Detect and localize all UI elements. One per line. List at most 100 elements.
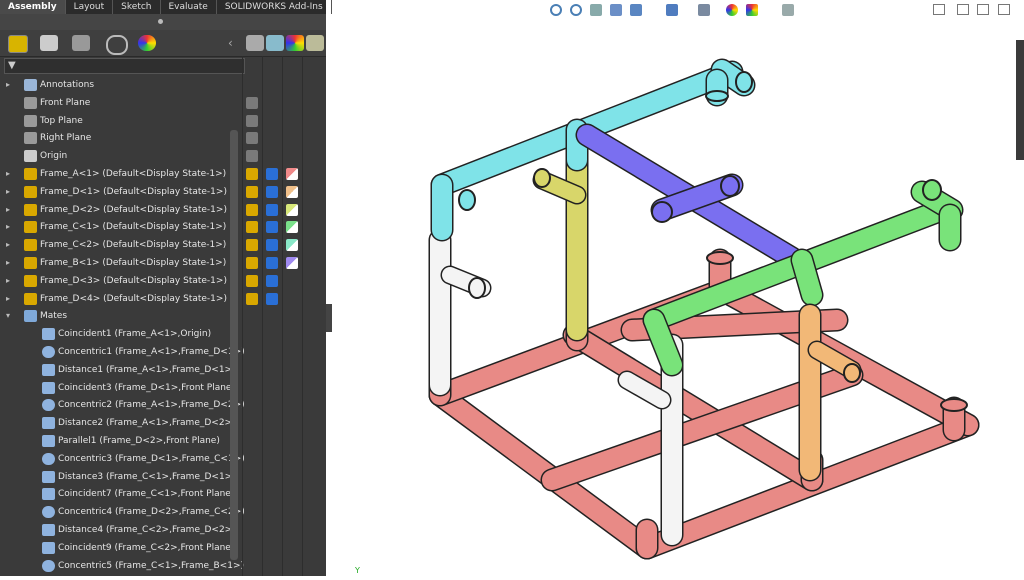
cyan-socket[interactable] (735, 71, 753, 93)
part-visibility-icon[interactable] (246, 292, 258, 305)
tree-item[interactable]: ▸ Frame_D<4> (Default<Display State-1>) (0, 290, 240, 308)
expand-arrow-icon[interactable]: ▸ (6, 183, 14, 201)
part-visibility-icon[interactable] (246, 203, 258, 216)
color-swatch-icon[interactable] (286, 203, 298, 216)
appearance-swatch-icon[interactable] (266, 292, 278, 305)
expand-arrow-icon[interactable]: ▸ (6, 236, 14, 254)
appearance-swatch-icon[interactable] (266, 221, 278, 234)
filter-field[interactable]: ▼ (4, 58, 245, 74)
plane-visibility-icon[interactable] (246, 114, 258, 127)
section-view-icon[interactable] (610, 4, 622, 16)
expand-arrow-icon[interactable]: ▾ (6, 307, 14, 325)
appearance-swatch-icon[interactable] (266, 274, 278, 287)
tree-item[interactable]: Concentric5 (Frame_C<1>,Frame_B<1>) (0, 557, 244, 575)
dimxpert-manager-tab-icon[interactable] (106, 35, 128, 55)
tree-item[interactable]: ▸ Frame_C<2> (Default<Display State-1>) (0, 236, 240, 254)
blue-socket[interactable] (651, 201, 673, 223)
display-style-icon[interactable] (698, 4, 710, 16)
tree-item[interactable]: Coincident1 (Frame_A<1>,Origin) (0, 325, 240, 343)
tree-item[interactable]: Coincident3 (Frame_D<1>,Front Plane) (0, 379, 240, 397)
cyan-socket[interactable] (705, 90, 729, 102)
blue-socket[interactable] (720, 175, 740, 197)
green-socket[interactable] (922, 179, 942, 201)
feature-manager-tab-icon[interactable] (8, 35, 28, 53)
tile-icon[interactable] (998, 4, 1010, 15)
previous-view-icon[interactable] (590, 4, 602, 16)
part-visibility-icon[interactable] (246, 274, 258, 287)
tree-item[interactable]: ▸ Annotations (0, 76, 240, 94)
tree-item[interactable]: Right Plane (0, 129, 240, 147)
hide-show-icon[interactable] (246, 35, 264, 51)
apply-scene-icon[interactable] (746, 4, 758, 16)
tree-item[interactable]: ▸ Frame_D<3> (Default<Display State-1>) (0, 272, 240, 290)
tree-item[interactable]: Concentric1 (Frame_A<1>,Frame_D<1>) (0, 343, 245, 361)
base-socket[interactable] (940, 398, 968, 412)
yellow-socket[interactable] (533, 168, 551, 188)
green-tee[interactable] (792, 250, 822, 305)
base-socket[interactable] (706, 251, 734, 265)
color-swatch-icon[interactable] (286, 221, 298, 234)
part-visibility-icon[interactable] (246, 257, 258, 269)
tab-evaluate[interactable]: Evaluate (161, 0, 217, 14)
tree-item[interactable]: ▸ Frame_B<1> (Default<Display State-1>) (0, 254, 240, 272)
tab-layout[interactable]: Layout (66, 0, 114, 14)
tree-scrollbar[interactable] (230, 130, 238, 560)
orange-socket[interactable] (843, 363, 861, 383)
tree-item[interactable]: Concentric2 (Frame_A<1>,Frame_D<2>) (0, 396, 245, 414)
tree-item[interactable]: ▸ Frame_D<1> (Default<Display State-1>) (0, 183, 240, 201)
configuration-manager-tab-icon[interactable] (72, 35, 90, 51)
tree-item[interactable]: Distance3 (Frame_C<1>,Frame_D<1>) (0, 468, 240, 486)
tree-item[interactable]: Distance2 (Frame_A<1>,Frame_D<2>) (0, 414, 240, 432)
edit-appearance-icon[interactable] (726, 4, 738, 16)
color-swatch-icon[interactable] (286, 257, 298, 269)
tree-item[interactable]: ▸ Frame_A<1> (Default<Display State-1>) (0, 165, 240, 183)
part-visibility-icon[interactable] (246, 168, 258, 180)
expand-arrow-icon[interactable]: ▸ (6, 290, 14, 308)
chevron-left-icon[interactable]: ‹ (228, 35, 238, 51)
maximize-icon[interactable] (977, 4, 989, 15)
expand-arrow-icon[interactable]: ▸ (6, 201, 14, 219)
expand-arrow-icon[interactable]: ▸ (6, 218, 14, 236)
plane-visibility-icon[interactable] (246, 132, 258, 145)
appearance-swatch-icon[interactable] (266, 203, 278, 216)
tab-solidworks-add-ins[interactable]: SOLIDWORKS Add-Ins (217, 0, 332, 14)
zoom-to-fit-icon[interactable] (550, 4, 562, 16)
display-manager-tab-icon[interactable] (138, 35, 156, 51)
property-manager-tab-icon[interactable] (40, 35, 58, 51)
base-pipe[interactable] (430, 385, 657, 558)
white-socket[interactable] (468, 277, 486, 299)
tree-item[interactable]: Parallel1 (Frame_D<2>,Front Plane) (0, 432, 240, 450)
appearance-swatch-icon[interactable] (266, 239, 278, 252)
part-visibility-icon[interactable] (246, 221, 258, 234)
expand-arrow-icon[interactable]: ▸ (6, 272, 14, 290)
tree-item[interactable]: Coincident9 (Frame_C<2>,Front Plane) (0, 539, 240, 557)
tree-item[interactable]: Coincident7 (Frame_C<1>,Front Plane) (0, 485, 240, 503)
tree-item[interactable]: Origin (0, 147, 240, 165)
task-pane[interactable] (1016, 40, 1024, 160)
tree-item[interactable]: Front Plane (0, 94, 240, 112)
appearance-icon[interactable] (266, 35, 284, 51)
tree-item[interactable]: Distance4 (Frame_C<2>,Frame_D<2>) (0, 521, 240, 539)
zoom-to-area-icon[interactable] (570, 4, 582, 16)
tree-item[interactable]: ▸ Frame_C<1> (Default<Display State-1>) (0, 218, 240, 236)
view-orientation-icon[interactable] (666, 4, 678, 16)
tree-item[interactable]: ▸ Frame_D<2> (Default<Display State-1>) (0, 201, 240, 219)
plane-visibility-icon[interactable] (246, 150, 258, 163)
view-settings-icon[interactable] (782, 4, 794, 16)
tree-item[interactable]: Distance1 (Frame_A<1>,Frame_D<1>) (0, 361, 240, 379)
minimize-icon[interactable] (957, 4, 969, 15)
dynamic-annotation-icon[interactable] (630, 4, 642, 16)
graphics-area[interactable] (332, 0, 1024, 576)
color-swatch-icon[interactable] (286, 239, 298, 252)
expand-arrow-icon[interactable]: ▸ (6, 165, 14, 183)
plane-visibility-icon[interactable] (246, 96, 258, 109)
tree-item[interactable]: Concentric3 (Frame_D<1>,Frame_C<1>) (0, 450, 245, 468)
tab-assembly[interactable]: Assembly (0, 0, 66, 14)
color-swatch-icon[interactable] (286, 168, 298, 180)
part-visibility-icon[interactable] (246, 239, 258, 252)
tree-item[interactable]: Top Plane (0, 112, 240, 130)
part-visibility-icon[interactable] (246, 185, 258, 198)
appearance-swatch-icon[interactable] (266, 257, 278, 269)
cyan-socket[interactable] (458, 189, 476, 211)
appearance-swatch-icon[interactable] (266, 168, 278, 180)
